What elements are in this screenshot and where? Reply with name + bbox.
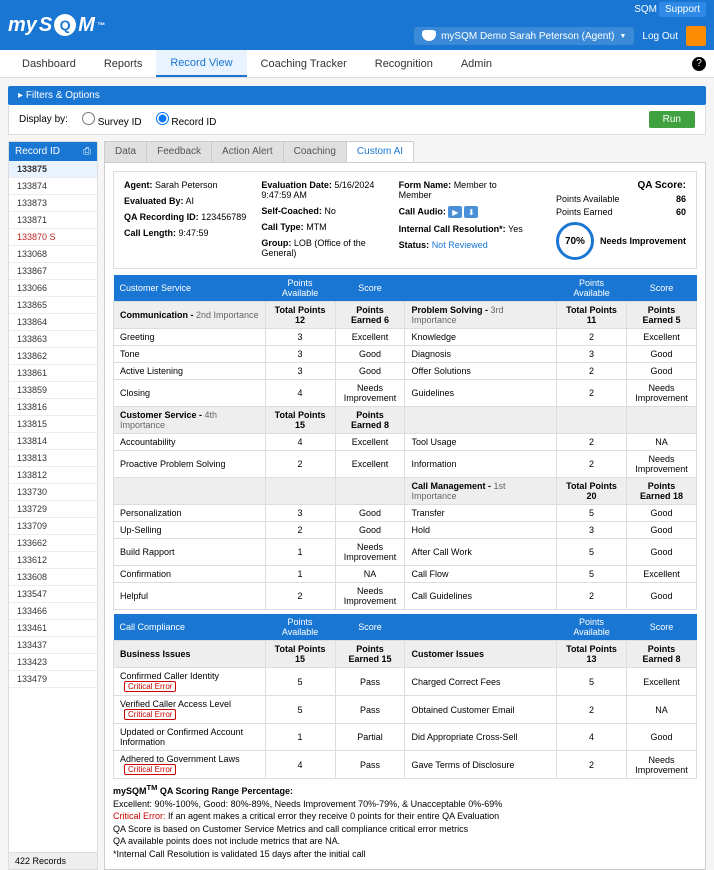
- record-item[interactable]: 133815: [9, 416, 97, 433]
- record-item[interactable]: 133662: [9, 535, 97, 552]
- record-item[interactable]: 133547: [9, 586, 97, 603]
- radio-record-id[interactable]: Record ID: [156, 112, 217, 128]
- record-item[interactable]: 133865: [9, 297, 97, 314]
- brand-logo: mySQM™: [8, 14, 105, 37]
- record-item[interactable]: 133423: [9, 654, 97, 671]
- record-list-header: Record ID: [15, 146, 60, 157]
- tab-action-alert[interactable]: Action Alert: [211, 141, 284, 162]
- nav-reports[interactable]: Reports: [90, 50, 157, 77]
- record-item[interactable]: 133730: [9, 484, 97, 501]
- filters-toggle[interactable]: ▸ Filters & Options: [8, 86, 706, 105]
- scoring-notes: mySQMTM QA Scoring Range Percentage: Exc…: [113, 783, 697, 861]
- tab-data[interactable]: Data: [104, 141, 147, 162]
- record-item[interactable]: 133873: [9, 195, 97, 212]
- avatar[interactable]: [686, 26, 706, 46]
- record-item[interactable]: 133867: [9, 263, 97, 280]
- record-item[interactable]: 133437: [9, 637, 97, 654]
- radio-survey-id[interactable]: Survey ID: [82, 112, 142, 128]
- nav-record-view[interactable]: Record View: [156, 50, 246, 77]
- record-item[interactable]: 133612: [9, 552, 97, 569]
- print-icon[interactable]: ⎙: [83, 146, 91, 157]
- nav-coaching-tracker[interactable]: Coaching Tracker: [247, 50, 361, 77]
- tab-coaching[interactable]: Coaching: [283, 141, 347, 162]
- record-item[interactable]: 133709: [9, 518, 97, 535]
- run-button[interactable]: Run: [649, 111, 695, 128]
- link-support[interactable]: Support: [659, 2, 706, 17]
- record-item[interactable]: 133864: [9, 314, 97, 331]
- record-item[interactable]: 133863: [9, 331, 97, 348]
- record-count: 422 Records: [9, 852, 97, 869]
- record-item[interactable]: 133461: [9, 620, 97, 637]
- chevron-down-icon: ▼: [619, 33, 626, 40]
- record-item[interactable]: 133068: [9, 246, 97, 263]
- record-item[interactable]: 133729: [9, 501, 97, 518]
- user-menu[interactable]: mySQM Demo Sarah Peterson (Agent) ▼: [414, 27, 634, 45]
- nav-recognition[interactable]: Recognition: [361, 50, 447, 77]
- record-item[interactable]: 133862: [9, 348, 97, 365]
- tab-custom-ai[interactable]: Custom AI: [346, 141, 414, 162]
- record-item[interactable]: 133813: [9, 450, 97, 467]
- record-item[interactable]: 133814: [9, 433, 97, 450]
- record-item[interactable]: 133816: [9, 399, 97, 416]
- record-item[interactable]: 133874: [9, 178, 97, 195]
- nav-admin[interactable]: Admin: [447, 50, 506, 77]
- tab-feedback[interactable]: Feedback: [146, 141, 212, 162]
- qa-rating: Needs Improvement: [600, 236, 686, 246]
- record-item[interactable]: 133479: [9, 671, 97, 688]
- download-audio-icon[interactable]: ⬇: [464, 206, 478, 218]
- display-by-label: Display by:: [19, 114, 68, 125]
- database-icon: [422, 30, 436, 42]
- record-item[interactable]: 133608: [9, 569, 97, 586]
- customer-service-table: Customer ServicePoints AvailableScorePoi…: [113, 275, 697, 610]
- call-compliance-table: Call CompliancePoints AvailableScorePoin…: [113, 614, 697, 779]
- logout-link[interactable]: Log Out: [642, 31, 678, 42]
- help-icon[interactable]: ?: [692, 57, 706, 71]
- record-item[interactable]: 133812: [9, 467, 97, 484]
- link-sqm[interactable]: SQM: [634, 4, 657, 15]
- record-item[interactable]: 133875: [9, 161, 97, 178]
- record-item[interactable]: 133861: [9, 365, 97, 382]
- record-item[interactable]: 133466: [9, 603, 97, 620]
- qa-score-title: QA Score:: [637, 180, 686, 191]
- qa-score-dial: 70%: [556, 222, 594, 260]
- record-item[interactable]: 133871: [9, 212, 97, 229]
- status-link[interactable]: Not Reviewed: [432, 240, 488, 250]
- record-item[interactable]: 133859: [9, 382, 97, 399]
- play-audio-icon[interactable]: ▶: [448, 206, 462, 218]
- record-item[interactable]: 133870 S: [9, 229, 97, 246]
- nav-dashboard[interactable]: Dashboard: [8, 50, 90, 77]
- record-item[interactable]: 133066: [9, 280, 97, 297]
